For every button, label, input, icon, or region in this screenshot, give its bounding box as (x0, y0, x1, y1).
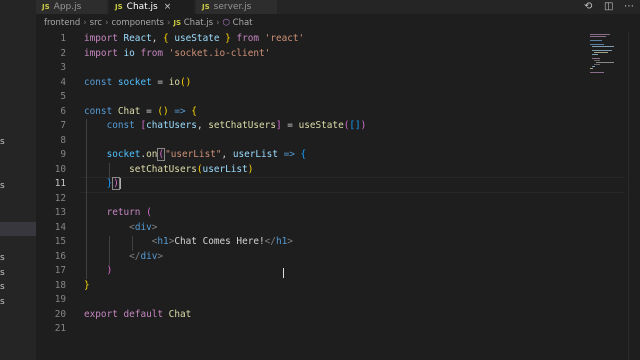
breadcrumb-item[interactable]: Chat.js (184, 18, 213, 28)
line-number: 17 (54, 265, 66, 276)
code-line: }) (106, 177, 121, 190)
code-line: import React, { useState } from 'react' (84, 33, 305, 44)
breadcrumb-item[interactable]: src (90, 18, 102, 28)
code-line: socket.on("userList", userList => { (106, 148, 307, 161)
code-line: const Chat = () => { (84, 105, 197, 117)
minimap[interactable] (586, 32, 626, 92)
tab-label: App.js (53, 2, 82, 12)
javascript-file-icon: JS (173, 19, 182, 27)
mouse-cursor-icon (283, 268, 290, 278)
breadcrumb-item[interactable]: frontend (44, 18, 80, 28)
code-line: const [chatUsers, setChatUsers] = useSta… (106, 120, 367, 131)
explorer-sidebar: s s s s s s (0, 0, 36, 360)
sidebar-item-fragment[interactable]: s (0, 137, 5, 147)
line-number: 10 (54, 163, 66, 175)
chevron-right-icon: › (83, 18, 87, 28)
compare-icon[interactable]: ⟲ (584, 1, 592, 13)
line-number: 9 (60, 149, 66, 160)
code-line: <h1>Chat Comes Here!</h1> (151, 236, 293, 247)
tab-app-js[interactable]: JS App.js (36, 0, 108, 14)
line-number: 18 (54, 279, 66, 291)
symbol-icon: ⬡ (222, 18, 230, 28)
line-number: 15 (54, 236, 66, 247)
sidebar-item-fragment[interactable]: s (0, 282, 5, 292)
code-line: </div> (129, 250, 164, 262)
code-line: setChatUsers(userList) (129, 163, 254, 175)
line-number: 3 (60, 62, 66, 73)
line-number: 5 (60, 91, 66, 102)
code-line: } (84, 279, 90, 291)
code-line: const socket = io() (84, 76, 192, 88)
vertical-scrollbar[interactable] (628, 32, 640, 360)
more-actions-icon[interactable]: ⋯ (624, 1, 634, 13)
line-number: 16 (54, 250, 66, 262)
sidebar-item-fragment[interactable]: s (0, 297, 5, 307)
tab-label: server.js (213, 2, 252, 12)
code-line: <div> (129, 221, 158, 233)
line-number: 20 (54, 308, 66, 320)
code-line: return ( (106, 207, 152, 218)
line-number: 2 (60, 47, 66, 59)
line-number: 14 (54, 221, 66, 233)
code-line: export default Chat (84, 308, 192, 320)
breadcrumb: frontend › src › components › JS Chat.js › ⬡ Cha… (36, 14, 640, 32)
sidebar-item-fragment[interactable]: s (0, 181, 5, 191)
chevron-right-icon: › (105, 18, 109, 28)
text-cursor (119, 178, 121, 189)
line-number: 8 (60, 134, 66, 146)
line-number: 19 (54, 294, 66, 305)
current-line-highlight (80, 177, 625, 193)
editor-tab-bar: JS App.js JS Chat.js × JS server.js ⟲ ◫ ⋯ (36, 0, 640, 14)
javascript-file-icon: JS (42, 3, 50, 11)
tab-server-js[interactable]: JS server.js (196, 0, 278, 14)
breadcrumb-item[interactable]: Chat (233, 18, 253, 28)
tab-chat-js[interactable]: JS Chat.js × (109, 0, 195, 14)
close-icon[interactable]: × (164, 2, 172, 12)
line-number: 6 (60, 105, 66, 117)
line-number: 4 (60, 76, 66, 88)
breadcrumb-item[interactable]: components (111, 18, 164, 28)
sidebar-item-fragment[interactable]: s (0, 268, 5, 278)
code-line: ) (106, 265, 113, 276)
javascript-file-icon: JS (202, 3, 210, 11)
line-number: 11 (54, 178, 66, 189)
line-number: 7 (60, 120, 66, 131)
chevron-right-icon: › (166, 18, 171, 28)
line-number: 13 (54, 207, 66, 218)
javascript-file-icon: JS (115, 3, 123, 11)
line-number: 12 (54, 192, 66, 204)
line-number: 21 (54, 323, 66, 334)
sidebar-selected-item[interactable] (0, 222, 36, 236)
sidebar-item-fragment[interactable]: s (0, 253, 5, 263)
split-editor-icon[interactable]: ◫ (604, 1, 613, 13)
code-editor[interactable]: 1 import React, { useState } from 'react'… (36, 32, 625, 360)
line-number: 1 (60, 33, 66, 44)
code-line: import io from 'socket.io-client' (84, 47, 271, 59)
tab-label: Chat.js (126, 2, 158, 12)
chevron-right-icon: › (216, 18, 220, 28)
